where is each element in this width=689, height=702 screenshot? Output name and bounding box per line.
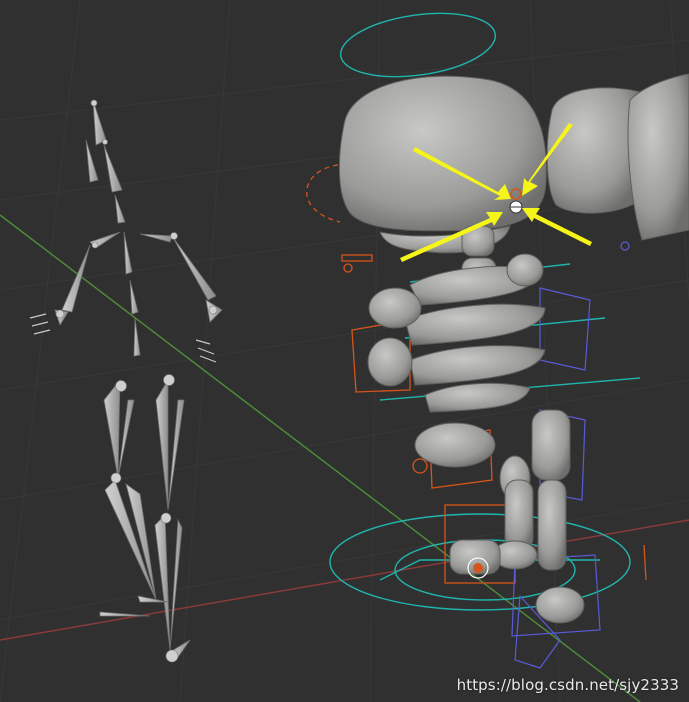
armature-bones[interactable] <box>54 99 223 661</box>
3d-viewport[interactable]: https://blog.csdn.net/sjy2333 <box>0 0 689 702</box>
watermark-url: https://blog.csdn.net/sjy2333 <box>456 676 679 694</box>
finger-bones <box>29 313 217 363</box>
x-axis-line <box>0 519 689 641</box>
character-mesh[interactable] <box>338 73 689 624</box>
armature-joints <box>55 99 218 663</box>
viewport-scene[interactable] <box>0 0 689 702</box>
